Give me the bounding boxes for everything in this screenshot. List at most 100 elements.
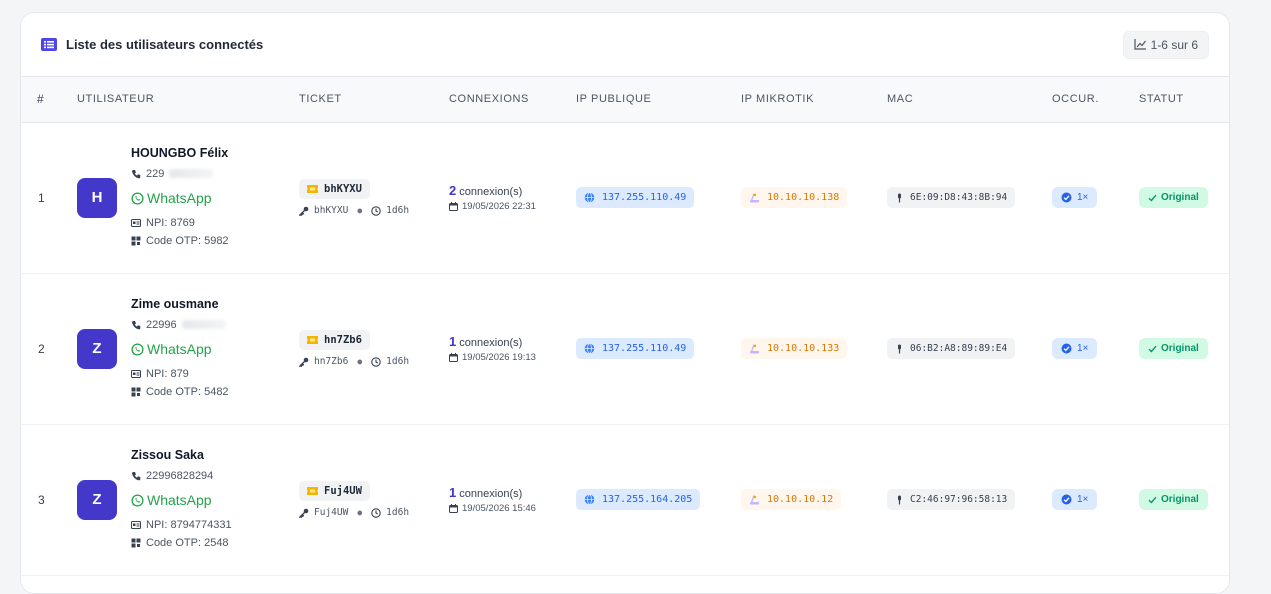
- ip-public-badge[interactable]: 137.255.110.49: [576, 338, 695, 359]
- col-index[interactable]: #: [21, 77, 77, 123]
- clock-icon: [371, 205, 381, 216]
- connections-date-text: 19/05/2026 15:46: [462, 503, 536, 514]
- redacted-mark: [169, 169, 214, 178]
- redacted-mark: [181, 320, 226, 329]
- ip-mikrotik-badge[interactable]: 10.10.10.138: [741, 187, 848, 208]
- col-ip-public[interactable]: IP PUBLIQUE: [576, 77, 741, 123]
- ticket-cell: hn7Zb6 hn7Zb6 ● 1d6h: [299, 330, 449, 367]
- ticket-duration: 1d6h: [386, 205, 410, 216]
- user-cell: Z Zissou Saka 22996828294 WhatsApp NPI: …: [77, 448, 299, 552]
- ticket-sub-code: bhKYXU: [314, 205, 349, 216]
- connections-label: connexion(s): [459, 488, 523, 500]
- mac-text: C2:46:97:96:58:13: [910, 494, 1008, 505]
- ticket-details: bhKYXU ● 1d6h: [299, 205, 449, 216]
- ticket-icon: [307, 487, 318, 495]
- ip-public-badge[interactable]: 137.255.164.205: [576, 489, 701, 510]
- whatsapp-link[interactable]: WhatsApp: [131, 485, 232, 516]
- mac-text: 6E:09:D8:43:8B:94: [910, 192, 1008, 203]
- occurrences-text: 1×: [1077, 343, 1089, 354]
- list-icon: [41, 38, 57, 51]
- col-status[interactable]: STATUT: [1139, 77, 1229, 123]
- check-circle-icon: [1061, 494, 1072, 505]
- row-index: 1: [38, 190, 45, 205]
- otp-text: Code OTP: 5982: [146, 234, 229, 247]
- occurrences-badge: 1×: [1052, 489, 1098, 510]
- check-icon: [1148, 345, 1157, 353]
- ticket-code: hn7Zb6: [324, 334, 362, 346]
- avatar: H: [77, 177, 117, 218]
- ticket-badge[interactable]: bhKYXU: [299, 179, 370, 199]
- table-row-1[interactable]: 1 H HOUNGBO Félix 229 WhatsApp NPI: 8769…: [21, 122, 1229, 273]
- ticket-duration: 1d6h: [386, 356, 410, 367]
- col-mac[interactable]: MAC: [887, 77, 1052, 123]
- id-card-icon: [131, 520, 141, 529]
- calendar-icon: [449, 353, 458, 362]
- user-cell: H HOUNGBO Félix 229 WhatsApp NPI: 8769 C…: [77, 146, 299, 250]
- whatsapp-icon: [131, 342, 144, 356]
- col-occurrences[interactable]: OCCUR.: [1052, 77, 1139, 123]
- mac-text: 06:B2:A8:89:89:E4: [910, 343, 1008, 354]
- user-otp: Code OTP: 5482: [131, 383, 229, 401]
- col-ip-mikrotik[interactable]: IP MIKROTIK: [741, 77, 887, 123]
- connections-date: 19/05/2026 22:31: [449, 201, 576, 212]
- phone-text: 22996: [146, 318, 177, 331]
- users-table: # UTILISATEUR TICKET CONNEXIONS IP PUBLI…: [21, 77, 1229, 576]
- mac-badge[interactable]: 6E:09:D8:43:8B:94: [887, 187, 1016, 208]
- mac-badge[interactable]: C2:46:97:96:58:13: [887, 489, 1016, 510]
- npi-text: NPI: 879: [146, 367, 189, 380]
- user-npi: NPI: 8794774331: [131, 516, 232, 534]
- npi-text: NPI: 8794774331: [146, 518, 232, 531]
- user-otp: Code OTP: 5982: [131, 232, 229, 250]
- ip-mikrotik-text: 10.10.10.12: [767, 494, 834, 505]
- fingerprint-icon: [898, 495, 901, 504]
- status-badge: Original: [1139, 187, 1208, 208]
- whatsapp-icon: [131, 493, 144, 507]
- ip-public-badge[interactable]: 137.255.110.49: [576, 187, 695, 208]
- globe-icon: [584, 343, 595, 354]
- user-otp: Code OTP: 2548: [131, 534, 232, 552]
- connections-number: 1: [449, 334, 457, 349]
- ticket-badge[interactable]: Fuj4UW: [299, 481, 370, 501]
- ip-mikrotik-badge[interactable]: 10.10.10.133: [741, 338, 848, 359]
- users-card: Liste des utilisateurs connectés 1-6 sur…: [20, 12, 1230, 594]
- connections-count: 1 connexion(s): [449, 485, 576, 500]
- ip-public-text: 137.255.164.205: [602, 494, 693, 505]
- status-text: Original: [1161, 494, 1199, 505]
- table-row-2[interactable]: 2 Z Zime ousmane 22996 WhatsApp NPI: 879…: [21, 273, 1229, 424]
- phone-text: 22996828294: [146, 469, 214, 482]
- col-user[interactable]: UTILISATEUR: [77, 77, 299, 123]
- user-name: HOUNGBO Félix: [131, 145, 229, 160]
- ticket-badge[interactable]: hn7Zb6: [299, 330, 370, 350]
- ticket-cell: Fuj4UW Fuj4UW ● 1d6h: [299, 481, 449, 518]
- id-card-icon: [131, 218, 141, 227]
- qrcode-icon: [131, 538, 141, 547]
- connections-label: connexion(s): [459, 337, 523, 349]
- check-circle-icon: [1061, 192, 1072, 203]
- user-phone: 22996: [131, 316, 229, 334]
- occurrences-badge: 1×: [1052, 338, 1098, 359]
- ip-mikrotik-badge[interactable]: 10.10.10.12: [741, 489, 842, 510]
- otp-text: Code OTP: 5482: [146, 385, 229, 398]
- whatsapp-link[interactable]: WhatsApp: [131, 183, 229, 214]
- col-ticket[interactable]: TICKET: [299, 77, 449, 123]
- phone-icon: [132, 471, 141, 480]
- fingerprint-icon: [898, 344, 901, 353]
- col-connections[interactable]: CONNEXIONS: [449, 77, 576, 123]
- connections-number: 1: [449, 485, 457, 500]
- mac-badge[interactable]: 06:B2:A8:89:89:E4: [887, 338, 1016, 359]
- whatsapp-link[interactable]: WhatsApp: [131, 334, 229, 365]
- table-row-3[interactable]: 3 Z Zissou Saka 22996828294 WhatsApp NPI…: [21, 424, 1229, 575]
- check-icon: [1148, 496, 1157, 504]
- router-icon: [750, 495, 759, 505]
- separator-dot: ●: [357, 508, 363, 517]
- occurrences-badge: 1×: [1052, 187, 1098, 208]
- ip-mikrotik-text: 10.10.10.138: [767, 192, 840, 203]
- ticket-details: Fuj4UW ● 1d6h: [299, 507, 449, 518]
- id-card-icon: [131, 369, 141, 378]
- connections-date: 19/05/2026 19:13: [449, 352, 576, 363]
- pagination-count: 1-6 sur 6: [1122, 30, 1209, 59]
- table-header-row: # UTILISATEUR TICKET CONNEXIONS IP PUBLI…: [21, 77, 1229, 123]
- user-npi: NPI: 8769: [131, 214, 229, 232]
- page-title: Liste des utilisateurs connectés: [66, 37, 264, 52]
- user-phone: 22996828294: [131, 467, 232, 485]
